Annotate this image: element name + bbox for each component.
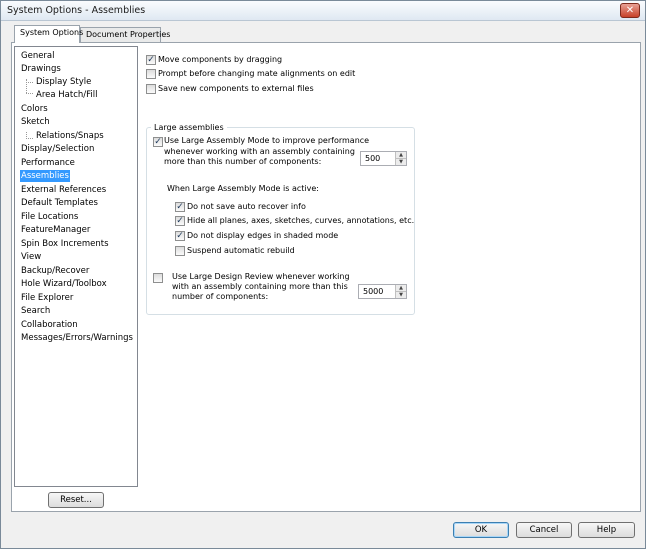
spin-down-arrow-icon[interactable]: ▼ [396, 158, 406, 165]
tree-connector [26, 138, 33, 139]
tree-item-search[interactable]: Search [20, 305, 51, 317]
suspend-rebuild-label: Suspend automatic rebuild [187, 246, 295, 255]
suspend-rebuild-checkbox[interactable] [175, 246, 185, 256]
title-bar[interactable]: System Options - Assemblies ✕ [1, 1, 645, 21]
lam-threshold-value[interactable]: 500 [365, 154, 380, 163]
check-icon: ✓ [176, 202, 184, 212]
spin-buttons: ▲ ▼ [395, 285, 406, 298]
when-active-label: When Large Assembly Mode is active: [167, 184, 319, 193]
no-edges-label: Do not display edges in shaded mode [187, 231, 339, 240]
tab-label: Document Properties [86, 30, 171, 39]
large-design-review-label-line1: Use Large Design Review whenever working [172, 272, 350, 281]
tab-label: System Options [20, 28, 84, 37]
check-icon: ✓ [147, 55, 155, 65]
tree-item-general[interactable]: General [20, 50, 56, 62]
tree-item-backup-recover[interactable]: Backup/Recover [20, 265, 90, 277]
prompt-mate-alignments-label: Prompt before changing mate alignments o… [158, 69, 356, 78]
tree-item-featuremanager[interactable]: FeatureManager [20, 224, 91, 236]
system-options-dialog: System Options - Assemblies ✕ System Opt… [0, 0, 646, 549]
hide-planes-label: Hide all planes, axes, sketches, curves,… [187, 216, 415, 225]
tree-item-view[interactable]: View [20, 251, 42, 263]
large-assembly-mode-label-line2: whenever working with an assembly contai… [164, 147, 355, 156]
no-auto-recover-label: Do not save auto recover info [187, 202, 306, 211]
spin-buttons: ▲ ▼ [395, 152, 406, 165]
check-icon: ✓ [154, 137, 162, 147]
tree-item-hole-wizard-toolbox[interactable]: Hole Wizard/Toolbox [20, 278, 108, 290]
cancel-button[interactable]: Cancel [516, 522, 572, 538]
tree-connector [26, 93, 33, 94]
tab-document-properties[interactable]: Document Properties [80, 27, 170, 42]
tree-item-area-hatch-fill[interactable]: Area Hatch/Fill [35, 89, 98, 101]
check-icon: ✓ [176, 216, 184, 226]
large-assembly-mode-label-line3: more than this number of components: [164, 157, 322, 166]
large-design-review-checkbox[interactable] [153, 273, 163, 283]
tree-item-messages-errors-warnings[interactable]: Messages/Errors/Warnings [20, 332, 134, 344]
large-design-review-label-line3: number of components: [172, 292, 269, 301]
close-icon: ✕ [625, 5, 635, 16]
tree-item-drawings[interactable]: Drawings [20, 63, 62, 75]
move-by-dragging-label: Move components by dragging [158, 55, 283, 64]
tree-item-file-locations[interactable]: File Locations [20, 211, 79, 223]
tree-item-sketch[interactable]: Sketch [20, 116, 51, 128]
tree-item-relations-snaps[interactable]: Relations/Snaps [35, 130, 105, 142]
help-button[interactable]: Help [578, 522, 635, 538]
tree-item-performance[interactable]: Performance [20, 157, 76, 169]
hide-planes-checkbox[interactable]: ✓ [175, 216, 185, 226]
options-tree[interactable]: General Drawings Display Style Area Hatc… [14, 46, 138, 487]
tree-item-default-templates[interactable]: Default Templates [20, 197, 99, 209]
large-assemblies-title: Large assemblies [151, 123, 227, 133]
tree-item-display-selection[interactable]: Display/Selection [20, 143, 95, 155]
tree-item-colors[interactable]: Colors [20, 103, 49, 115]
tree-item-spin-box-increments[interactable]: Spin Box Increments [20, 238, 110, 250]
tree-connector [26, 82, 33, 83]
no-auto-recover-checkbox[interactable]: ✓ [175, 202, 185, 212]
move-by-dragging-checkbox[interactable]: ✓ [146, 55, 156, 65]
tab-system-options[interactable]: System Options [14, 25, 84, 43]
tree-item-file-explorer[interactable]: File Explorer [20, 292, 74, 304]
tree-item-display-style[interactable]: Display Style [35, 76, 92, 88]
prompt-mate-alignments-checkbox[interactable] [146, 69, 156, 79]
large-assembly-mode-label-line1: Use Large Assembly Mode to improve perfo… [164, 136, 370, 145]
no-edges-checkbox[interactable]: ✓ [175, 231, 185, 241]
close-button[interactable]: ✕ [620, 3, 640, 18]
large-design-review-label-line2: with an assembly containing more than th… [172, 282, 348, 291]
ok-button[interactable]: OK [453, 522, 509, 538]
tree-item-collaboration[interactable]: Collaboration [20, 319, 79, 331]
reset-button[interactable]: Reset... [48, 492, 104, 508]
check-icon: ✓ [176, 231, 184, 241]
tree-item-external-references[interactable]: External References [20, 184, 107, 196]
spin-down-arrow-icon[interactable]: ▼ [396, 291, 406, 298]
lam-threshold-spinbox[interactable]: 500 ▲ ▼ [360, 151, 407, 166]
save-external-label: Save new components to external files [158, 84, 314, 93]
large-assembly-mode-checkbox[interactable]: ✓ [153, 137, 163, 147]
ldr-threshold-spinbox[interactable]: 5000 ▲ ▼ [358, 284, 407, 299]
save-external-checkbox[interactable] [146, 84, 156, 94]
window-title: System Options - Assemblies [7, 5, 146, 16]
tree-item-assemblies[interactable]: Assemblies [20, 170, 70, 182]
ldr-threshold-value[interactable]: 5000 [363, 287, 383, 296]
